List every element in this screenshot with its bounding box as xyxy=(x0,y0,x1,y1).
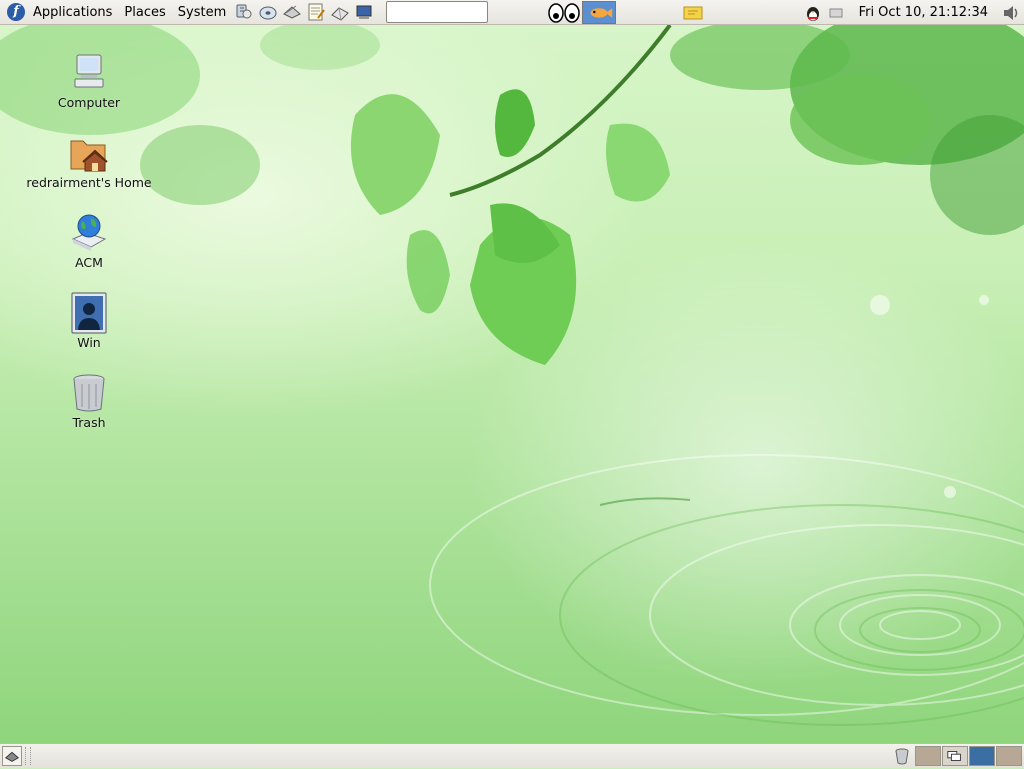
computer-icon xyxy=(74,54,104,88)
fish-icon[interactable] xyxy=(582,1,616,24)
desktop[interactable]: Computer redrairment's Home ACM Win Tras… xyxy=(0,25,1024,743)
bottom-panel xyxy=(0,743,1024,768)
fedora-logo-icon[interactable]: f xyxy=(7,3,25,21)
search-input[interactable] xyxy=(386,1,489,23)
panel-handle[interactable] xyxy=(25,747,31,765)
desktop-icon-home[interactable]: redrairment's Home xyxy=(24,131,154,190)
speaker-icon[interactable] xyxy=(1001,1,1021,24)
places-menu[interactable]: Places xyxy=(118,0,171,25)
workspace-4[interactable] xyxy=(996,746,1022,766)
trash-icon xyxy=(73,374,105,412)
desktop-icon-win[interactable]: Win xyxy=(24,291,154,350)
desktop-icon-label: Win xyxy=(77,335,101,350)
desktop-icon-label: redrairment's Home xyxy=(26,175,152,190)
notes-icon[interactable] xyxy=(682,1,704,24)
qq-penguin-icon[interactable] xyxy=(804,1,822,24)
text-editor-icon[interactable] xyxy=(306,2,326,22)
email-icon[interactable] xyxy=(282,2,302,22)
workspace-3[interactable] xyxy=(969,746,995,766)
workspace-1[interactable] xyxy=(915,746,941,766)
network-globe-icon xyxy=(71,214,107,251)
trash-icon[interactable] xyxy=(893,747,911,765)
desktop-icon-trash[interactable]: Trash xyxy=(24,371,154,430)
show-desktop-icon[interactable] xyxy=(2,746,22,766)
user-screen-icon xyxy=(71,292,107,334)
notebook-icon[interactable] xyxy=(330,2,350,22)
monitor-icon[interactable] xyxy=(354,2,374,22)
desktop-icon-label: Computer xyxy=(57,95,121,110)
home-folder-icon xyxy=(70,140,108,172)
top-panel: f Applications Places System Fri Oct 10,… xyxy=(0,0,1024,25)
desktop-icon-label: ACM xyxy=(75,255,103,270)
eyes-icon[interactable] xyxy=(548,1,580,24)
system-menu[interactable]: System xyxy=(172,0,232,25)
network-tools-icon[interactable] xyxy=(234,2,254,22)
applications-menu[interactable]: Applications xyxy=(27,0,118,25)
desktop-icon-label: Trash xyxy=(72,415,106,430)
keyboard-icon[interactable] xyxy=(828,1,844,24)
workspace-2[interactable] xyxy=(942,746,968,766)
disk-icon[interactable] xyxy=(258,2,278,22)
desktop-icon-acm[interactable]: ACM xyxy=(24,211,154,270)
clock[interactable]: Fri Oct 10, 21:12:34 xyxy=(859,0,988,25)
desktop-icon-computer[interactable]: Computer xyxy=(24,51,154,110)
